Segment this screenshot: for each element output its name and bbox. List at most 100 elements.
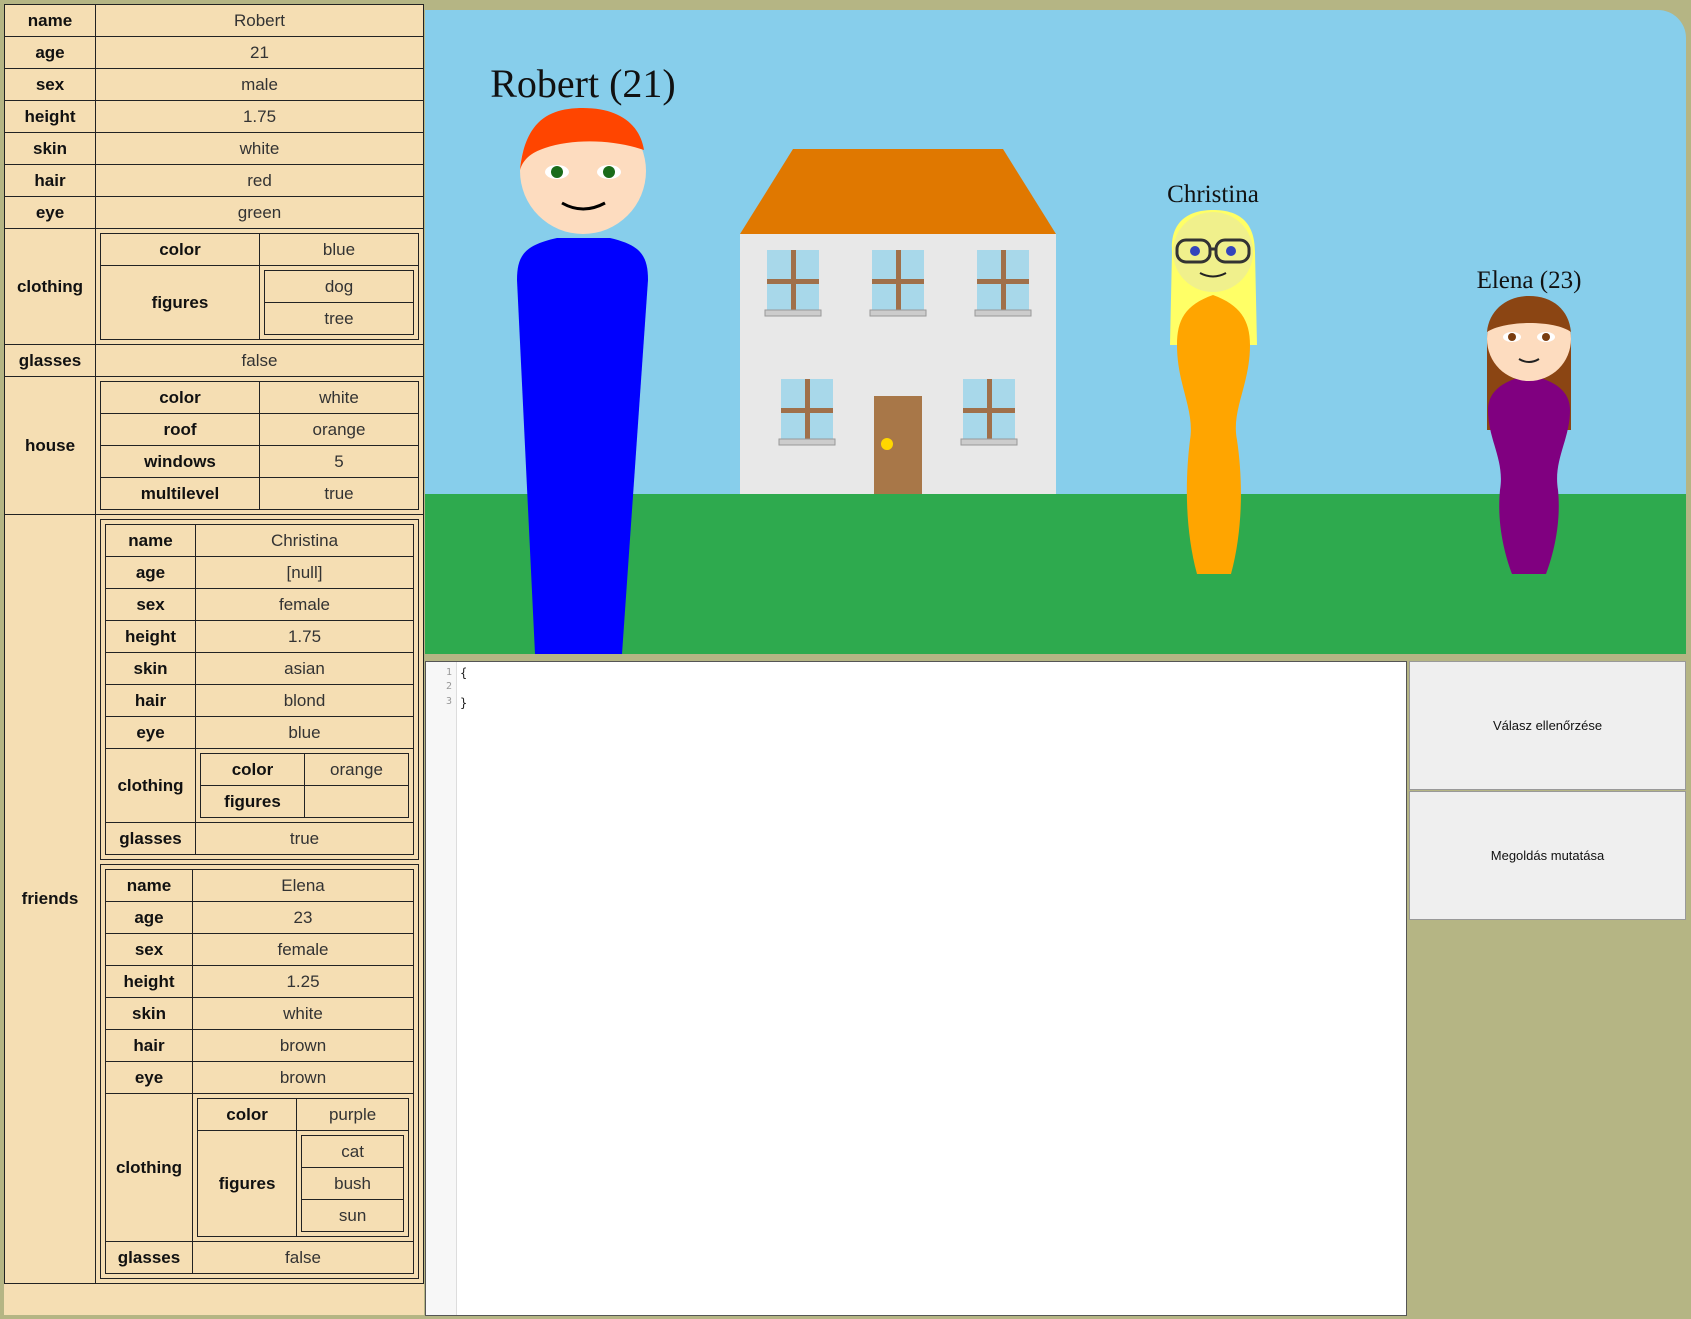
value-clothing-color: blue [259,233,419,266]
label-windows: windows [100,445,260,478]
check-answer-button[interactable]: Válasz ellenőrzése [1409,661,1686,790]
line-number: 3 [445,696,452,707]
label-eye: eye [4,196,96,229]
figure-item: sun [301,1199,404,1232]
house-window [778,379,836,446]
value-hair: red [95,164,424,197]
label-age: age [105,901,193,934]
elena-pupil [1508,333,1516,341]
christina-eye-icon [1226,246,1236,256]
figure-item: bush [301,1167,404,1200]
line-number: 2 [445,681,452,692]
value-glasses: false [95,344,424,377]
friend-box: name Christina age [null] sex female height… [100,519,419,860]
label-house-color: color [100,381,260,414]
scene-illustration: Robert (21) Christina Elena (23) [425,10,1686,654]
value-skin: white [95,132,424,165]
label-sex: sex [105,588,196,621]
value-house-color: white [259,381,419,414]
figures-box: cat bush sun [296,1130,409,1237]
christina-eye-icon [1190,246,1200,256]
value-name: Robert [95,4,424,37]
label-glasses: glasses [105,1241,193,1274]
house-window [764,250,822,317]
house-window [960,379,1018,446]
label-age: age [105,556,196,589]
label-eye: eye [105,716,196,749]
friends-box: name Christina age [null] sex female height… [95,514,424,1284]
robert-label: Robert (21) [490,61,676,106]
code-line[interactable]: { [460,666,467,680]
elena-label: Elena (23) [1477,267,1582,294]
label-height: height [105,620,196,653]
house [740,149,1056,494]
value-clothing-color: orange [304,753,409,786]
clothing-table: color blue figures dog tree [100,233,419,340]
line-number-gutter: 1 2 3 [426,662,457,1315]
value-eye: blue [195,716,414,749]
figures-box: dog tree [259,265,419,340]
code-line[interactable]: } [460,696,467,710]
label-hair: hair [4,164,96,197]
line-number: 1 [445,667,452,678]
value-height: 1.25 [192,965,414,998]
json-code-editor[interactable]: 1 2 3 { } [425,661,1407,1316]
clothing-box: color purple figures cat bush sun [192,1093,414,1242]
label-figures: figures [196,1130,298,1237]
clothing-table: color orange figures [200,753,409,818]
label-glasses: glasses [105,822,196,855]
value-glasses: false [192,1241,414,1274]
value-skin: white [192,997,414,1030]
data-tables-panel: name Robert age 21 sex male height 1.75 skin… [4,4,424,1315]
label-age: age [4,36,96,69]
house-window [869,250,927,317]
label-roof: roof [100,413,260,446]
friend-inner-table: name Christina age [null] sex female height… [105,524,414,855]
value-sex: male [95,68,424,101]
clothing-box: color blue figures dog tree [95,228,424,345]
value-skin: asian [195,652,414,685]
label-height: height [4,100,96,133]
label-name: name [105,869,193,902]
label-skin: skin [105,652,196,685]
robert-pupil [603,166,615,178]
label-sex: sex [105,933,193,966]
value-sex: female [195,588,414,621]
value-eye: green [95,196,424,229]
friend-inner-table: name Elena age 23 sex female height 1.25 ski… [105,869,414,1274]
value-multilevel: true [259,477,419,510]
label-skin: skin [4,132,96,165]
label-name: name [4,4,96,37]
value-hair: blond [195,684,414,717]
label-sex: sex [4,68,96,101]
figure-item: tree [264,302,414,335]
friend-table-elena: name Elena age 23 sex female height 1.25 ski… [100,864,419,1279]
friend-table-christina: name Christina age [null] sex female height… [100,519,419,860]
value-clothing-color: purple [296,1098,409,1131]
label-clothing: clothing [4,228,96,345]
house-roof [740,149,1056,234]
label-multilevel: multilevel [100,477,260,510]
show-solution-button[interactable]: Megoldás mutatása [1409,791,1686,920]
elena-pupil [1542,333,1550,341]
scene-canvas: Robert (21) Christina Elena (23) [425,10,1686,654]
label-clothing: clothing [105,1093,193,1242]
christina-label: Christina [1167,181,1259,208]
label-hair: hair [105,1029,193,1062]
value-figures-empty [304,785,409,818]
label-height: height [105,965,193,998]
christina-head [1173,212,1253,292]
label-eye: eye [105,1061,193,1094]
person-table: name Robert age 21 sex male height 1.75 skin… [4,4,424,1284]
label-color: color [100,233,260,266]
figure-item: cat [301,1135,404,1168]
figure-item: dog [264,270,414,303]
label-figures: figures [100,265,260,340]
friend-box: name Elena age 23 sex female height 1.25 ski… [100,864,419,1279]
label-hair: hair [105,684,196,717]
value-hair: brown [192,1029,414,1062]
value-age: 23 [192,901,414,934]
label-house: house [4,376,96,515]
value-sex: female [192,933,414,966]
door-knob [881,438,893,450]
